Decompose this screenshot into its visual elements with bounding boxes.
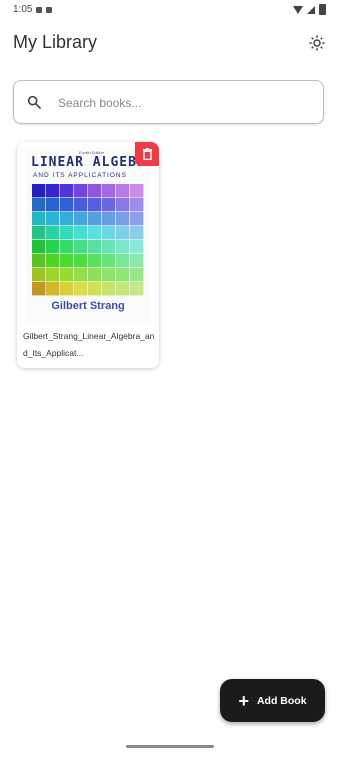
cover-grid-cell — [46, 212, 60, 226]
cover-grid-cell — [116, 240, 130, 254]
cover-grid-cell — [46, 226, 60, 240]
cover-grid-cell — [130, 268, 144, 282]
plus-icon: + — [238, 690, 249, 711]
status-time: 1:05 — [13, 4, 33, 15]
cover-grid-cell — [116, 282, 130, 296]
cover-grid-cell — [88, 212, 102, 226]
cover-grid-cell — [130, 240, 144, 254]
cover-grid-cell — [102, 268, 116, 282]
battery-icon — [319, 4, 326, 15]
cover-subtitle: AND ITS APPLICATIONS — [33, 172, 127, 179]
cover-grid-cell — [32, 212, 46, 226]
cover-grid-cell — [102, 282, 116, 296]
cover-grid-cell — [74, 240, 88, 254]
cover-grid-cell — [32, 254, 46, 268]
cover-grid-cell — [130, 254, 144, 268]
cover-grid-cell — [46, 198, 60, 212]
cover-grid-cell — [60, 226, 74, 240]
cover-grid-cell — [74, 268, 88, 282]
cover-author: Gilbert Strang — [51, 300, 125, 312]
cover-title: LINEAR ALGEBRA — [31, 155, 151, 170]
home-indicator — [126, 745, 214, 748]
cover-grid-cell — [32, 240, 46, 254]
cover-grid-cell — [60, 254, 74, 268]
cover-grid-cell — [88, 198, 102, 212]
cover-grid-cell — [60, 268, 74, 282]
book-cover: Fourth Edition LINEAR ALGEBRA AND ITS AP… — [25, 148, 151, 324]
cover-grid-cell — [60, 282, 74, 296]
trash-icon — [142, 148, 152, 160]
cover-grid-cell — [32, 226, 46, 240]
cover-grid-cell — [32, 184, 46, 198]
cover-grid-cell — [46, 282, 60, 296]
wifi-icon — [293, 5, 303, 14]
cover-grid-cell — [130, 198, 144, 212]
cover-grid-cell — [46, 240, 60, 254]
page-title: My Library — [13, 32, 98, 52]
book-title: Gilbert_Strang_Linear_Algebra_and_Its_Ap… — [23, 331, 155, 358]
cover-grid-cell — [60, 240, 74, 254]
cover-grid-cell — [102, 226, 116, 240]
add-book-button[interactable]: + Add Book — [220, 679, 325, 722]
cover-grid-cell — [32, 198, 46, 212]
notification-icon — [36, 6, 43, 13]
cover-grid-cell — [60, 184, 74, 198]
cover-grid-cell — [116, 184, 130, 198]
cover-grid-cell — [88, 240, 102, 254]
cover-grid-cell — [88, 226, 102, 240]
cover-grid-cell — [102, 184, 116, 198]
book-card[interactable]: Fourth Edition LINEAR ALGEBRA AND ITS AP… — [17, 142, 159, 368]
cover-grid-cell — [74, 226, 88, 240]
cover-grid-cell — [116, 212, 130, 226]
cover-grid-cell — [60, 212, 74, 226]
cover-grid-cell — [88, 184, 102, 198]
cover-grid-cell — [102, 254, 116, 268]
search-input[interactable] — [56, 81, 310, 125]
app-bar: My Library — [0, 28, 340, 58]
cover-grid-cell — [88, 268, 102, 282]
cover-grid-cell — [130, 282, 144, 296]
signal-icon — [307, 5, 315, 14]
gear-icon — [309, 35, 325, 51]
cover-grid-cell — [102, 198, 116, 212]
cover-grid-cell — [130, 212, 144, 226]
cover-grid-cell — [116, 268, 130, 282]
settings-button[interactable] — [306, 32, 328, 54]
cover-grid-cell — [88, 254, 102, 268]
cover-grid-cell — [32, 268, 46, 282]
cover-grid-cell — [130, 226, 144, 240]
delete-button[interactable] — [135, 142, 159, 166]
cover-color-grid — [32, 184, 144, 296]
cover-grid-cell — [74, 254, 88, 268]
search-icon — [27, 95, 41, 109]
status-bar: 1:05 — [0, 0, 340, 22]
cover-grid-cell — [130, 184, 144, 198]
cover-grid-cell — [74, 198, 88, 212]
cover-grid-cell — [46, 254, 60, 268]
add-book-label: Add Book — [256, 694, 307, 707]
cover-grid-cell — [116, 198, 130, 212]
cover-grid-cell — [74, 212, 88, 226]
cover-grid-cell — [102, 212, 116, 226]
cover-grid-cell — [116, 254, 130, 268]
cover-grid-cell — [60, 198, 74, 212]
cover-grid-cell — [88, 282, 102, 296]
cover-grid-cell — [74, 184, 88, 198]
notification-icon — [46, 6, 53, 13]
cover-grid-cell — [116, 226, 130, 240]
cover-grid-cell — [46, 184, 60, 198]
cover-grid-cell — [74, 282, 88, 296]
cover-grid-cell — [32, 282, 46, 296]
cover-grid-cell — [102, 240, 116, 254]
cover-grid-cell — [46, 268, 60, 282]
search-bar — [13, 80, 324, 125]
